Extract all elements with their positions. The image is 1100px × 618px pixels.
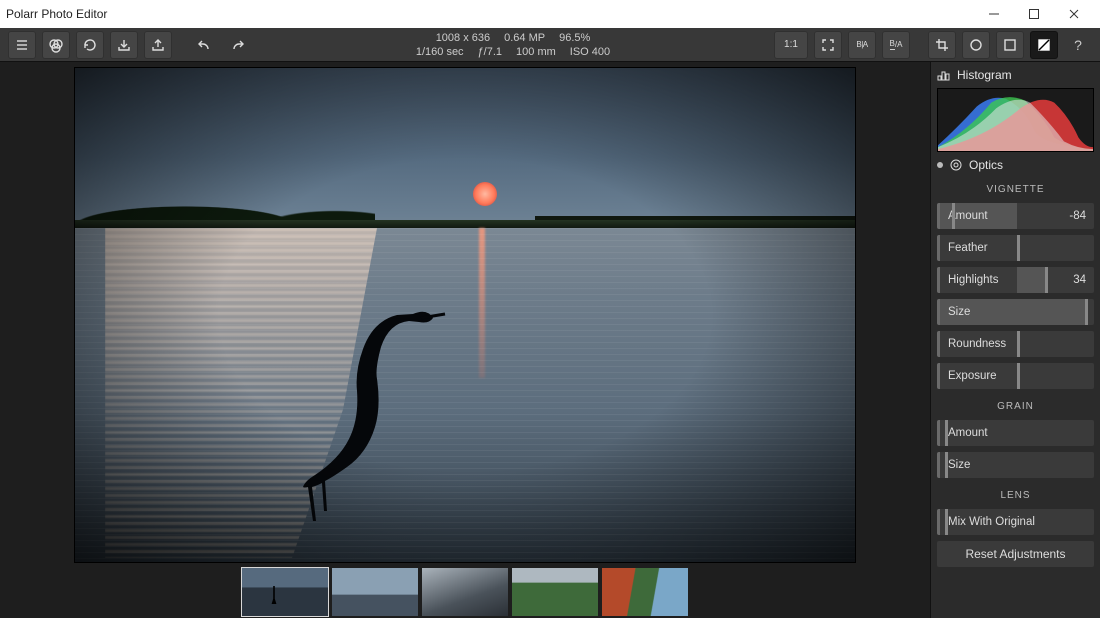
slider-grain-size[interactable]: Size [937, 452, 1094, 478]
redo-button[interactable] [224, 31, 252, 59]
image-metadata: 1008 x 636 0.64 MP 96.5% 1/160 sec ƒ/7.1… [416, 32, 610, 58]
effects-tool-button[interactable] [1030, 31, 1058, 59]
slider-vignette-feather[interactable]: Feather [937, 235, 1094, 261]
meta-shutter: 1/160 sec [416, 46, 464, 58]
filters-button[interactable] [42, 31, 70, 59]
slider-lens-mix[interactable]: Mix With Original [937, 509, 1094, 535]
section-label-grain: GRAIN [937, 401, 1094, 412]
undo-button[interactable] [190, 31, 218, 59]
filmstrip-thumb[interactable] [422, 568, 508, 616]
meta-aperture: ƒ/7.1 [478, 46, 502, 58]
meta-iso: ISO 400 [570, 46, 610, 58]
optics-icon [949, 158, 963, 172]
meta-zoom: 96.5% [559, 32, 590, 44]
meta-megapixels: 0.64 MP [504, 32, 545, 44]
slider-vignette-exposure[interactable]: Exposure [937, 363, 1094, 389]
window-title: Polarr Photo Editor [6, 7, 974, 21]
filmstrip [242, 568, 688, 616]
meta-dimensions: 1008 x 636 [436, 32, 490, 44]
window-close-button[interactable] [1054, 0, 1094, 28]
main-toolbar: 1008 x 636 0.64 MP 96.5% 1/160 sec ƒ/7.1… [0, 28, 1100, 62]
optics-label: Optics [969, 158, 1003, 172]
compare-vertical-button[interactable]: B/A [882, 31, 910, 59]
filmstrip-thumb[interactable] [602, 568, 688, 616]
meta-focal: 100 mm [516, 46, 556, 58]
workspace [0, 62, 930, 618]
zoom-1to1-button[interactable]: 1:1 [774, 31, 808, 59]
window-titlebar: Polarr Photo Editor [0, 0, 1100, 28]
sun-icon [473, 182, 497, 206]
filmstrip-thumb[interactable] [242, 568, 328, 616]
active-section-indicator-icon [937, 162, 943, 168]
slider-grain-amount[interactable]: Amount [937, 420, 1094, 446]
window-maximize-button[interactable] [1014, 0, 1054, 28]
help-button[interactable]: ? [1064, 31, 1092, 59]
section-label-lens: LENS [937, 490, 1094, 501]
history-button[interactable] [76, 31, 104, 59]
crop-tool-button[interactable] [928, 31, 956, 59]
histogram-header[interactable]: Histogram [937, 68, 1094, 82]
filmstrip-thumb[interactable] [512, 568, 598, 616]
histogram-label: Histogram [957, 68, 1012, 82]
frame-tool-button[interactable] [996, 31, 1024, 59]
reset-adjustments-button[interactable]: Reset Adjustments [937, 541, 1094, 567]
share-button[interactable] [144, 31, 172, 59]
image-canvas[interactable] [75, 68, 855, 562]
fullscreen-button[interactable] [814, 31, 842, 59]
histogram-icon [937, 69, 951, 81]
compare-horizontal-button[interactable]: B|A [848, 31, 876, 59]
adjustments-sidebar: Histogram Optics VIGNETTE Amount -84 Fea… [930, 62, 1100, 618]
slider-vignette-highlights[interactable]: Highlights 34 [937, 267, 1094, 293]
slider-vignette-roundness[interactable]: Roundness [937, 331, 1094, 357]
window-minimize-button[interactable] [974, 0, 1014, 28]
section-label-vignette: VIGNETTE [937, 184, 1094, 195]
radial-tool-button[interactable] [962, 31, 990, 59]
histogram-display [937, 88, 1094, 152]
slider-vignette-amount[interactable]: Amount -84 [937, 203, 1094, 229]
optics-header[interactable]: Optics [937, 158, 1094, 172]
download-button[interactable] [110, 31, 138, 59]
slider-vignette-size[interactable]: Size [937, 299, 1094, 325]
menu-button[interactable] [8, 31, 36, 59]
filmstrip-thumb[interactable] [332, 568, 418, 616]
heron-silhouette [303, 308, 463, 558]
